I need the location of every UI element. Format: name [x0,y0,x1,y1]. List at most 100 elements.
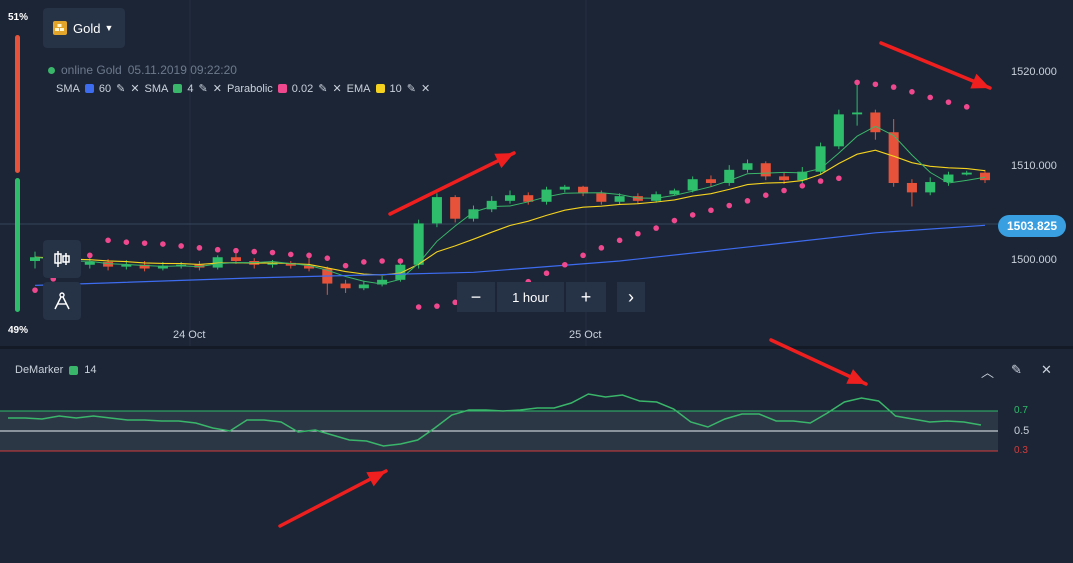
candle-body [742,163,753,170]
candle-body [669,190,680,195]
timeframe-label[interactable]: 1 hour [497,282,564,312]
close-icon[interactable]: ✕ [130,82,139,95]
drawing-tools-button[interactable] [43,282,81,320]
color-swatch [277,84,287,93]
chart-type-button[interactable] [43,240,81,278]
indicator-param: 60 [98,82,112,95]
status-line: online Gold 05.11.2019 09:22:20 [48,63,237,77]
parabolic-dot [87,252,93,259]
parabolic-dot [434,303,440,309]
level-label-03: 0.3 [1014,445,1028,456]
indicator-param: 10 [389,82,402,95]
parabolic-dot [945,99,952,105]
close-icon[interactable]: ✕ [213,82,222,95]
candle-body [925,182,936,193]
color-swatch [173,84,183,93]
candle-body [961,172,972,175]
parabolic-dot [196,245,203,251]
sentiment-top-pct: 51% [8,12,29,23]
candle-body [559,186,570,190]
candle-body [358,284,369,289]
parabolic-dot [306,252,312,259]
parabolic-dot [635,230,641,237]
candlestick-icon [54,251,70,267]
candle-body [84,261,95,265]
candle-body [614,196,625,202]
parabolic-dot [653,225,659,231]
pencil-icon[interactable]: ✎ [1011,362,1022,378]
parabolic-dot [141,240,148,246]
candle-body [833,114,844,147]
candle-body [852,112,863,115]
price-axis-label: 1520.000 [1011,66,1057,78]
parabolic-dot [269,249,276,256]
parabolic-dot [909,89,915,95]
asset-label: Gold [73,20,101,36]
parabolic-dot [342,262,349,269]
candle-body [596,193,607,202]
gold-bars-icon [53,21,67,35]
parabolic-dot [214,246,221,253]
level-label-05: 0.5 [1014,425,1030,437]
sentiment-down-bar [15,178,20,312]
close-icon[interactable]: ✕ [1041,362,1052,378]
parabolic-dot [598,245,605,251]
demarker-title: DeMarker [15,364,64,376]
candle-body [979,172,991,181]
panel-divider [0,346,1073,349]
indicator-param: 0.02 [291,82,314,95]
parabolic-dot [361,259,367,265]
demarker-panel [0,349,1073,563]
chevron-down-icon: ▼ [104,23,114,33]
timeframe-decrease-button[interactable]: − [457,282,495,312]
price-axis-label: 1510.000 [1011,160,1057,172]
timeframe-increase-button[interactable]: + [566,282,606,312]
parabolic-dot [708,207,714,214]
color-swatch [375,84,385,93]
compass-icon [54,292,70,310]
candle-body [687,179,698,191]
parabolic-dot [872,81,879,88]
parabolic-dot [178,243,184,249]
price-axis-label: 1500.000 [1011,254,1057,266]
parabolic-dot [781,187,787,194]
pencil-icon[interactable]: ✎ [199,82,208,95]
pencil-icon[interactable]: ✎ [318,82,327,95]
color-swatch [84,84,94,93]
parabolic-dot [854,79,860,86]
online-text: online Gold [61,63,122,77]
parabolic-dot [233,247,239,254]
parabolic-dot [562,261,568,268]
parabolic-dot [324,255,331,261]
parabolic-dot [836,175,842,182]
indicator-legend: SMA 60 ✎ ✕ SMA 4 ✎ ✕ Parabolic 0.02 ✎ ✕ EMA… [56,82,430,96]
parabolic-dot [726,202,733,209]
pencil-icon[interactable]: ✎ [116,82,125,95]
parabolic-dot [251,248,258,255]
candle-body [212,257,223,268]
close-icon[interactable]: ✕ [421,82,430,95]
parabolic-dot [287,251,294,258]
parabolic-dot [123,239,130,245]
parabolic-dot [762,192,769,198]
parabolic-dot [160,241,166,247]
candle-body [779,176,790,181]
parabolic-dot [744,198,751,204]
candle-body [504,195,516,201]
parabolic-dot [817,178,824,184]
candle-body [705,179,716,183]
parabolic-dot [580,252,586,259]
indicator-name: Parabolic [226,82,273,95]
scroll-right-button[interactable]: › [617,282,645,312]
collapse-icon[interactable]: ︿ [981,362,994,381]
sentiment-bottom-pct: 49% [8,325,29,336]
parabolic-dot [963,104,970,110]
online-dot-icon [48,66,55,74]
demarker-legend: DeMarker 14 [15,364,97,376]
parabolic-dot [397,258,404,264]
asset-selector-button[interactable]: Gold ▼ [43,8,125,48]
date-axis-label: 24 Oct [173,329,206,341]
candle-body [870,112,881,133]
pencil-icon[interactable]: ✎ [407,82,416,95]
close-icon[interactable]: ✕ [332,82,341,95]
